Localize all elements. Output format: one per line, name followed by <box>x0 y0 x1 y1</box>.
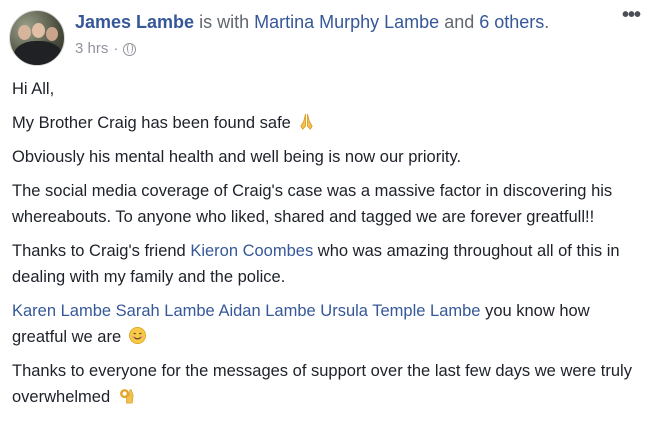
with-text: is with <box>194 12 255 32</box>
smiling-face-icon <box>128 327 146 344</box>
ok-hand-icon <box>119 389 134 404</box>
globe-icon[interactable] <box>123 42 137 56</box>
tagged-person-link[interactable]: Martina Murphy Lambe <box>254 12 439 32</box>
found-safe-line: My Brother Craig has been found safe <box>12 110 642 136</box>
closing-paragraph: Thanks to everyone for the messages of s… <box>12 362 632 406</box>
post-timestamp[interactable]: 3 hrs <box>75 40 108 57</box>
praying-hands-icon <box>300 113 314 130</box>
header-period: . <box>544 12 550 32</box>
post-header: James Lambe is with Martina Murphy Lambe… <box>75 12 549 33</box>
coverage-paragraph: The social media coverage of Craig's cas… <box>12 182 613 226</box>
post-meta: 3 hrs · <box>75 40 137 57</box>
post-body: Hi All, My Brother Craig has been found … <box>12 76 642 418</box>
tag-link-ursula[interactable]: Ursula Temple Lambe <box>320 302 480 320</box>
greeting-line: Hi All, <box>12 80 55 98</box>
more-options-icon[interactable]: ••• <box>622 5 641 25</box>
author-avatar[interactable] <box>9 10 65 66</box>
facebook-post: James Lambe is with Martina Murphy Lambe… <box>0 0 650 436</box>
author-name-link[interactable]: James Lambe <box>75 12 194 32</box>
tag-link-karen[interactable]: Karen Lambe <box>12 302 111 320</box>
family-tags-paragraph: Karen Lambe Sarah Lambe Aidan Lambe Ursu… <box>12 302 590 346</box>
meta-separator: · <box>113 40 119 57</box>
tag-link-aidan[interactable]: Aidan Lambe <box>218 302 315 320</box>
friend-tag-link[interactable]: Kieron Coombes <box>190 242 313 260</box>
tag-link-sarah[interactable]: Sarah Lambe <box>116 302 215 320</box>
thanks-friend-paragraph: Thanks to Craig's friend Kieron Coombes … <box>12 242 620 286</box>
priority-line: Obviously his mental health and well bei… <box>12 148 462 166</box>
others-link[interactable]: 6 others <box>479 12 544 32</box>
and-text: and <box>439 12 480 32</box>
